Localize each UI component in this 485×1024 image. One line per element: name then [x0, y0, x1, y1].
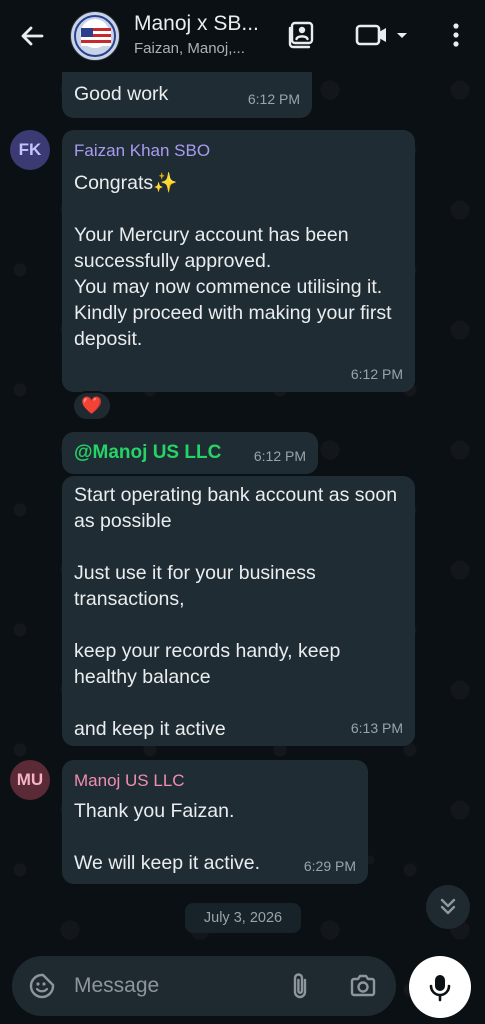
sender-name: Manoj US LLC [74, 771, 185, 790]
message-bubble[interactable]: Start operating bank account as soon as … [62, 476, 415, 746]
message-input[interactable] [74, 970, 274, 1002]
mention-link[interactable]: @Manoj US LLC [74, 440, 221, 466]
arrow-left-icon [21, 26, 44, 46]
camera-icon [350, 974, 376, 997]
sender-name: Faizan Khan SBO [74, 141, 211, 160]
emoji-sticker-button[interactable] [28, 972, 56, 1005]
paperclip-icon [293, 973, 307, 999]
message-time: 6:12 PM [350, 366, 403, 382]
avatar-initials: FK [18, 140, 42, 159]
date-separator: July 3, 2026 [185, 903, 301, 933]
avatar[interactable]: FK [10, 130, 50, 170]
message-bubble[interactable]: @Manoj US LLC 6:12 PM [62, 432, 318, 474]
message-time: 6:29 PM [303, 858, 356, 874]
chat-header: Manoj x SB... Faizan, Manoj,... [0, 0, 485, 72]
microphone-icon [429, 975, 451, 1002]
voice-message-button[interactable] [409, 956, 471, 1018]
back-button[interactable] [16, 20, 48, 52]
message-bubble[interactable]: Faizan Khan SBO Congrats✨ Your Mercury a… [62, 130, 415, 392]
more-options-button[interactable] [444, 20, 468, 55]
message-time: 6:13 PM [350, 720, 403, 736]
double-chevron-down-icon [440, 898, 456, 915]
message-time: 6:12 PM [253, 448, 306, 464]
group-avatar[interactable] [70, 11, 120, 61]
message-time: 6:12 PM [247, 91, 300, 107]
contact-book-icon [288, 21, 314, 49]
scroll-to-bottom-button[interactable] [426, 885, 470, 929]
chat-title: Manoj x SB... [134, 12, 259, 35]
avatar[interactable]: MU [10, 760, 50, 800]
avatar-initials: MU [16, 770, 44, 789]
sticker-icon [29, 973, 55, 999]
chat-title-block[interactable]: Manoj x SB... Faizan, Manoj,... [134, 12, 274, 57]
message-text: Start operating bank account as soon as … [74, 484, 398, 740]
video-call-button[interactable] [355, 20, 413, 55]
message-bubble[interactable]: Good work 6:12 PM [62, 72, 312, 118]
contact-book-button[interactable] [287, 20, 317, 55]
reaction-badge[interactable]: ❤️ [72, 391, 112, 421]
more-vertical-icon [453, 23, 459, 47]
message-text: Congrats✨ Your Mercury account has been … [74, 172, 392, 350]
attach-button[interactable] [286, 971, 314, 1006]
camera-button[interactable] [348, 971, 378, 1006]
video-camera-icon [355, 24, 407, 46]
heart-reaction-icon: ❤️ [81, 396, 103, 415]
message-bubble[interactable]: Manoj US LLC Thank you Faizan. We will k… [62, 760, 368, 884]
chat-participants: Faizan, Manoj,... [134, 40, 245, 57]
message-composer [12, 956, 396, 1016]
